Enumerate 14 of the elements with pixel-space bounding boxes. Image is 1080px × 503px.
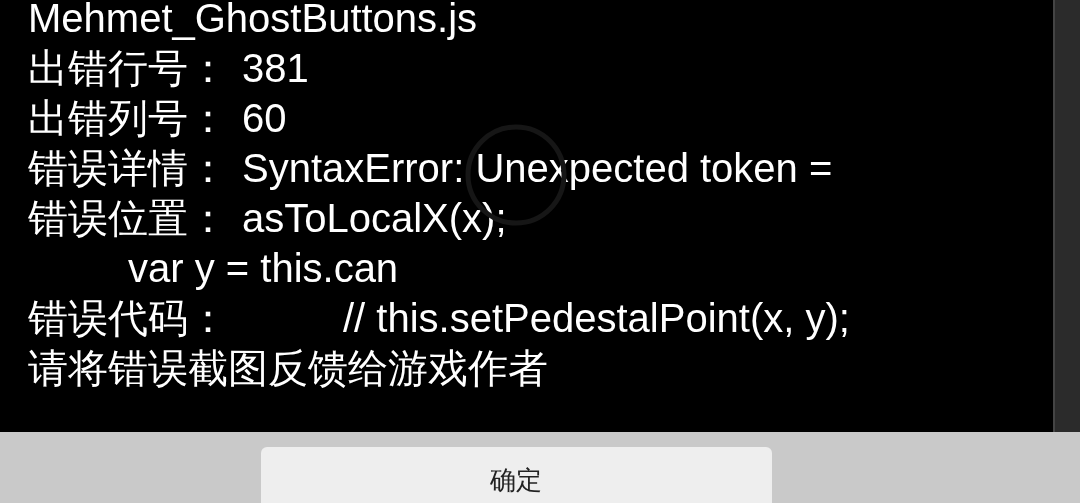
field-value: asToLocalX(x); (242, 195, 507, 242)
message-text: 请将错误截图反馈给游戏作者 (28, 344, 549, 393)
field-value: 381 (242, 45, 309, 92)
code-line: var y = this.can (127, 245, 399, 292)
field-label: 出错行号： (28, 45, 229, 92)
file-name: Mehmet_GhostButtons.js (28, 0, 479, 42)
field-label: 出错列号： (28, 95, 229, 142)
ok-button[interactable]: 确定 (260, 447, 772, 503)
field-label: 错误详情： (28, 145, 229, 192)
code-line: // this.setPedestalPoint(x, y); (342, 295, 850, 342)
field-label: 错误位置： (28, 195, 229, 242)
field-label: 错误代码： (28, 295, 229, 342)
field-value: SyntaxError: Unexpected token = (242, 145, 833, 192)
field-value: 60 (242, 95, 287, 142)
